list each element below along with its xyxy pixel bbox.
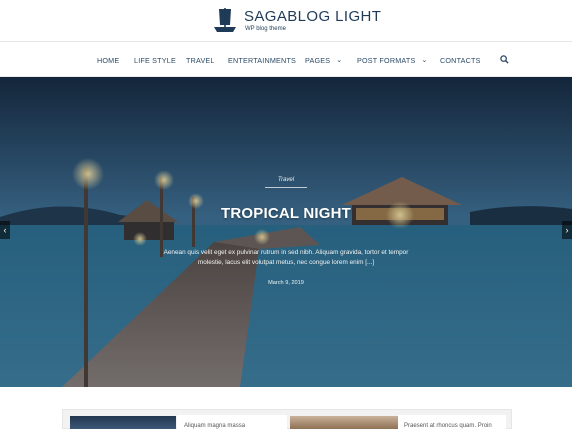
post-thumbnail[interactable] (70, 416, 176, 429)
slide-date: March 9, 2019 (268, 280, 304, 286)
chevron-down-icon: ⌄ (336, 57, 343, 64)
nav-item-contacts[interactable]: CONTACTS (440, 56, 481, 65)
slide-category[interactable]: Travel (0, 177, 572, 183)
nav-item-pages[interactable]: PAGES ⌄ (305, 56, 342, 65)
featured-posts-strip: Aliquam magna massa Praesent at rhoncus … (62, 409, 512, 429)
chevron-right-icon: › (565, 225, 569, 235)
post-title[interactable]: Praesent at rhoncus quam. Proin (404, 423, 492, 429)
slider-next-button[interactable]: › (562, 221, 572, 239)
hero-background-image (0, 77, 572, 387)
slide-excerpt: Aenean quis velit eget ex pulvinar rutru… (163, 249, 409, 266)
chevron-left-icon: ‹ (3, 225, 7, 235)
post-title[interactable]: Aliquam magna massa (184, 423, 245, 429)
slide-title[interactable]: TROPICAL NIGHT (0, 205, 572, 222)
nav-item-entertainments[interactable]: ENTERTAINMENTS (228, 56, 296, 65)
nav-item-pages-label: PAGES (305, 56, 331, 65)
nav-item-life-style[interactable]: LIFE STYLE (134, 56, 176, 65)
nav-item-home[interactable]: HOME (97, 56, 119, 65)
nav-item-post-formats[interactable]: POST FORMATS ⌄ (357, 56, 428, 65)
site-tagline: WP blog theme (245, 26, 286, 32)
category-divider (265, 187, 307, 188)
search-icon[interactable] (500, 55, 509, 64)
ship-logo-icon[interactable] (213, 7, 237, 35)
slider-prev-button[interactable]: ‹ (0, 221, 10, 239)
nav-item-post-formats-label: POST FORMATS (357, 56, 416, 65)
site-header: SAGABLOG LIGHT WP blog theme (0, 0, 572, 42)
chevron-down-icon: ⌄ (421, 57, 428, 64)
post-thumbnail[interactable] (290, 416, 398, 429)
hero-slider[interactable]: Travel TROPICAL NIGHT Aenean quis velit … (0, 77, 572, 387)
nav-item-travel[interactable]: TRAVEL (186, 56, 215, 65)
site-title[interactable]: SAGABLOG LIGHT (244, 8, 381, 25)
main-navigation: HOME LIFE STYLE TRAVEL ENTERTAINMENTS PA… (0, 42, 572, 77)
